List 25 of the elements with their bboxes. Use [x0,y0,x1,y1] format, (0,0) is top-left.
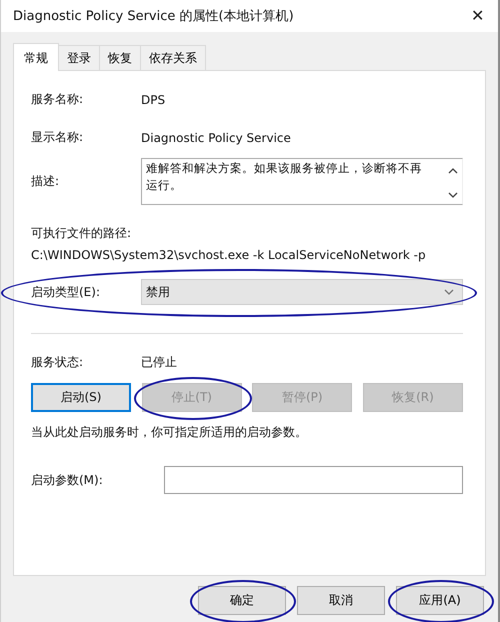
hint-text: 当从此处启动服务时，你可指定所适用的启动参数。 [31,424,308,441]
field-value: Diagnostic Policy Service [141,130,291,144]
field-value: 已停止 [141,354,177,371]
field-label: 描述: [31,173,60,190]
tab[interactable]: 常规 [13,43,59,71]
start-parameters-field[interactable] [164,466,463,494]
field-label: 可执行文件的路径: [31,225,132,242]
field-label: 显示名称: [31,129,84,146]
field-label: 启动参数(M): [31,472,104,488]
service-control-button[interactable]: 启动(S) [31,383,131,412]
window-title: Diagnostic Policy Service 的属性(本地计算机) [13,8,294,25]
close-button[interactable]: ✕ [467,4,488,28]
field-label: 启动类型(E): [31,284,101,300]
field-value: DPS [141,92,166,106]
dialog-button[interactable]: 取消 [297,586,385,615]
chevron-down-icon [444,288,454,296]
scroll-down-icon[interactable] [448,192,458,199]
scroll-up-icon[interactable] [448,167,458,174]
field-label: 服务状态: [31,354,84,371]
field-label: 服务名称: [31,91,84,108]
path-text: C:\WINDOWS\System32\svchost.exe -k LocalServiceNoNetwork -p [31,248,427,262]
tab[interactable]: 依存关系 [140,45,206,70]
description-box[interactable]: 难解答和解决方案。如果该服务被停止，诊断将不再运行。 [141,158,463,205]
dialog-button[interactable]: 应用(A) [396,586,484,615]
dialog-button[interactable]: 确定 [198,586,286,615]
